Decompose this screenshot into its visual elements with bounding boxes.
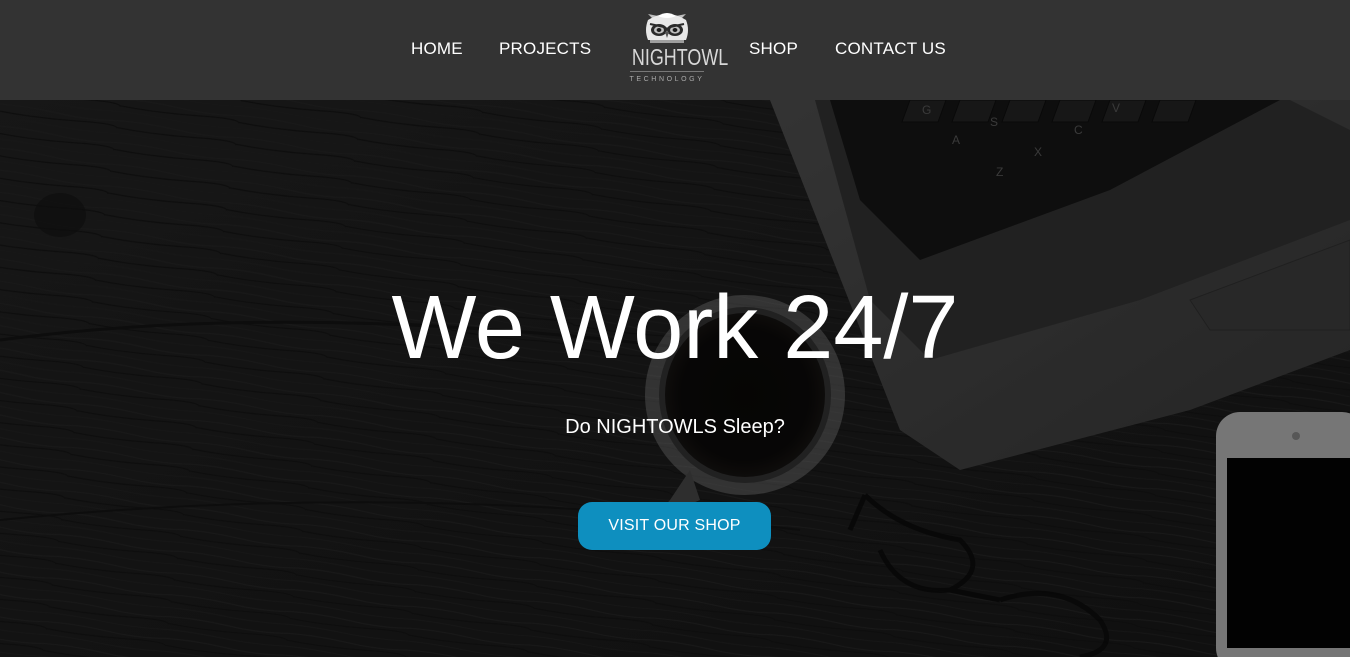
- hero-subtitle: Do NIGHTOWLS Sleep?: [565, 416, 785, 438]
- nav-link-contact[interactable]: CONTACT US: [835, 39, 946, 59]
- nav-link-projects[interactable]: PROJECTS: [499, 39, 591, 59]
- brand-logo[interactable]: NIGHTOWL TECHNOLOGY: [620, 10, 729, 88]
- nav-link-shop[interactable]: SHOP: [749, 39, 798, 59]
- logo-divider: [630, 71, 704, 72]
- logo-wordmark: NIGHTOWL: [631, 44, 729, 70]
- navbar: HOME PROJECTS NIGHTOWL TECHNOLOGY SHOP C…: [0, 0, 1350, 100]
- logo-tagline: TECHNOLOGY: [629, 76, 705, 83]
- nav-link-home[interactable]: HOME: [411, 39, 463, 59]
- hero-section: G S A Z X C V We Work 24/7 Do NIGHTOWLS: [0, 100, 1350, 657]
- visit-shop-button[interactable]: VISIT OUR SHOP: [578, 502, 771, 550]
- hero-title: We Work 24/7: [391, 278, 959, 378]
